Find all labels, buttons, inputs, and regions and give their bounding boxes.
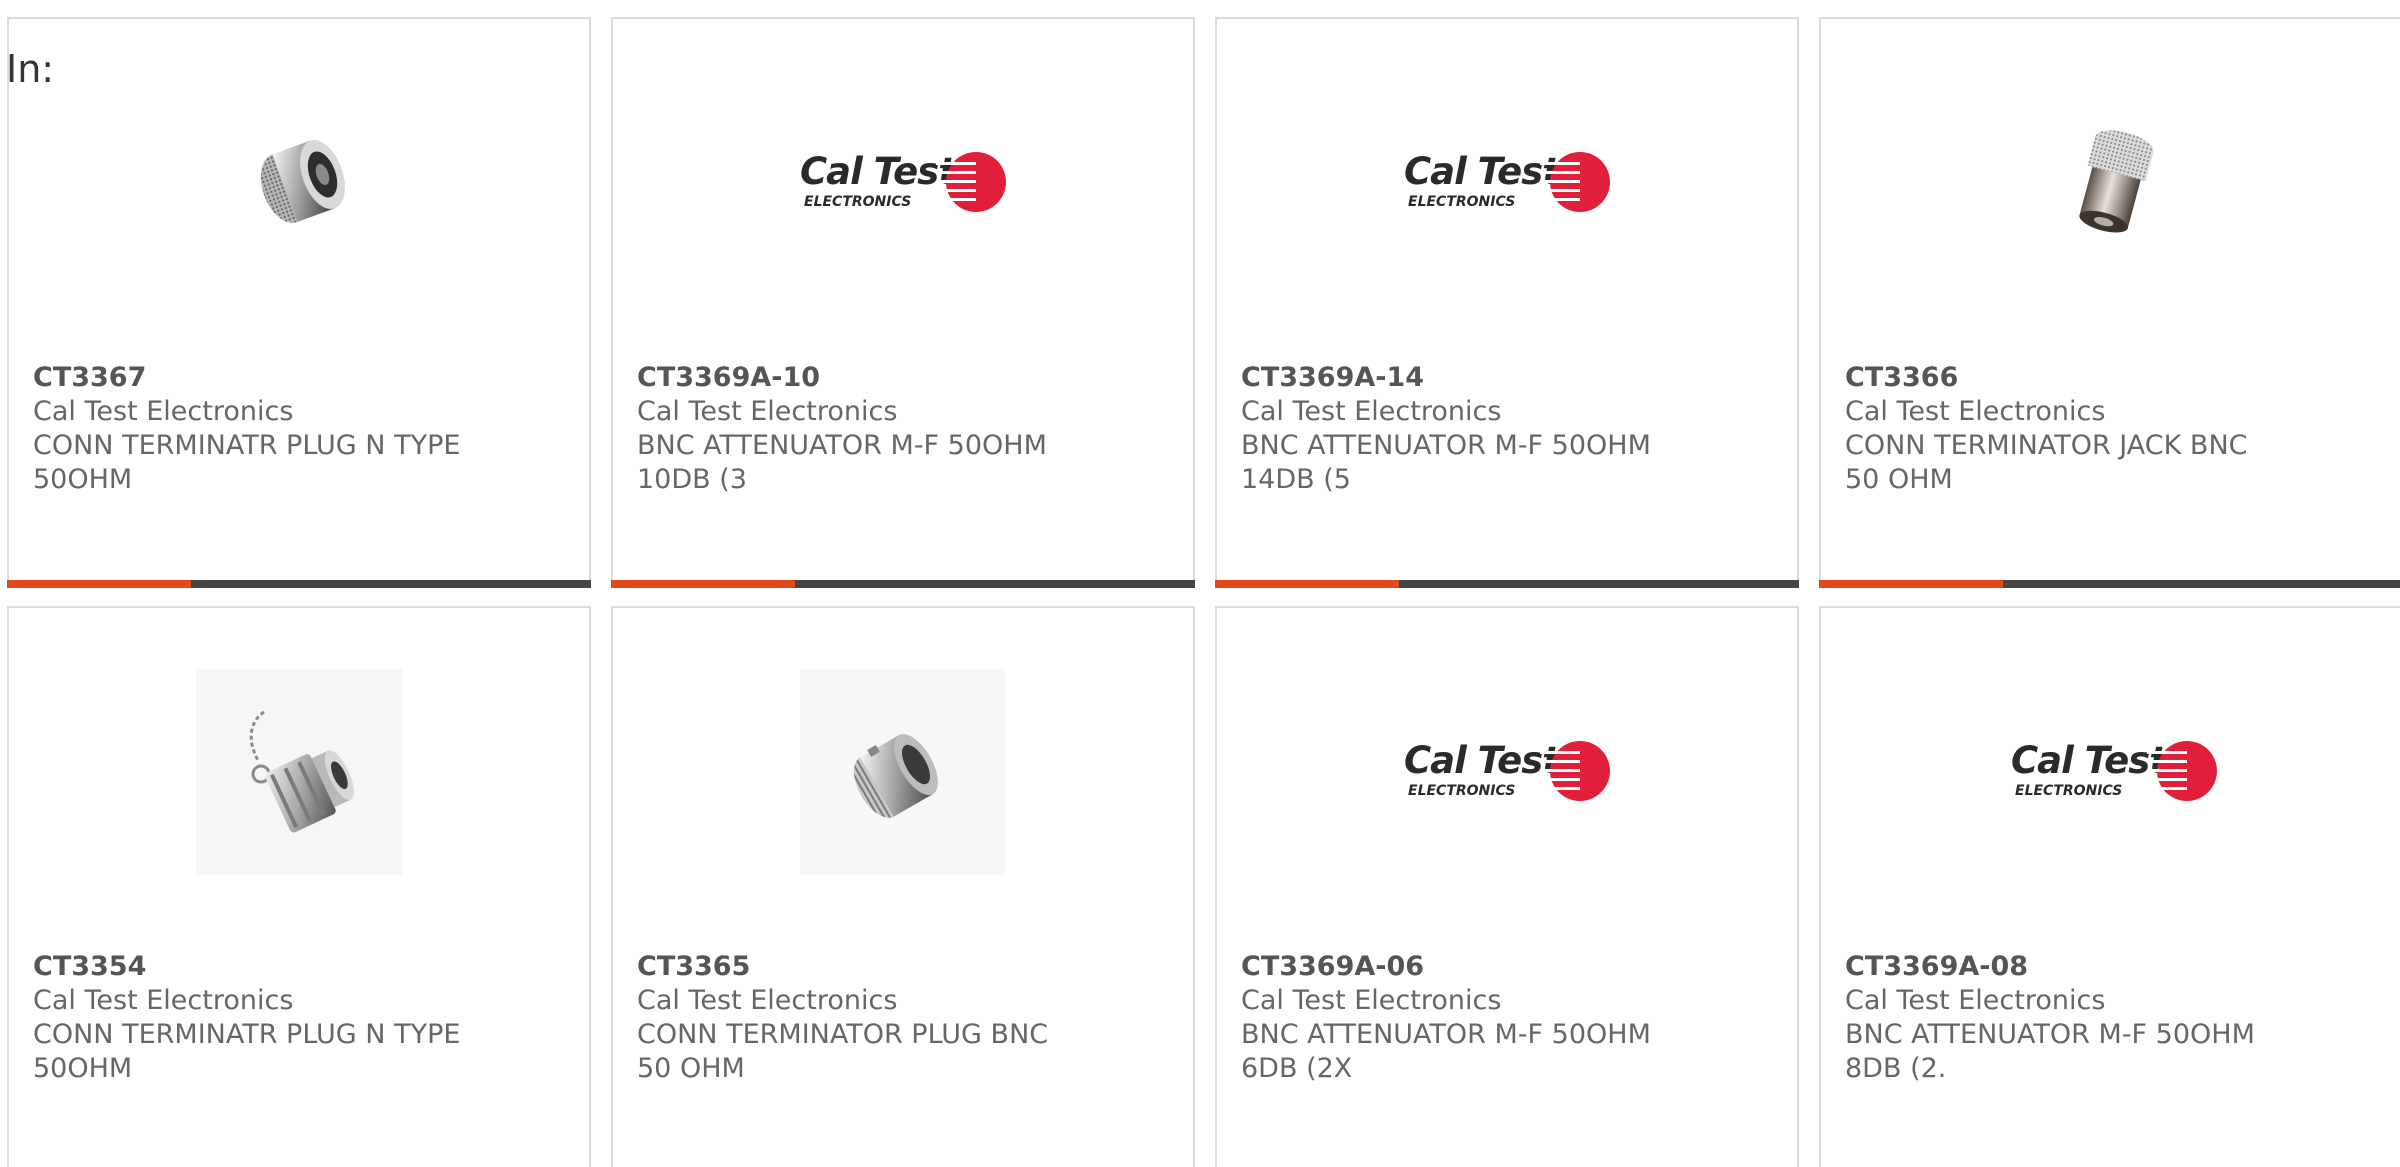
part-number-link[interactable]: CT3367 — [33, 361, 565, 395]
manufacturer-name: Cal Test Electronics — [1241, 985, 1502, 1016]
product-card[interactable]: CT3367 Cal Test Electronics CONN TERMINA… — [7, 17, 591, 588]
part-number-link[interactable]: CT3369A-14 — [1241, 361, 1773, 395]
part-number-link[interactable]: CT3366 — [1845, 361, 2383, 395]
part-number-link[interactable]: CT3354 — [33, 950, 565, 984]
product-thumbnail[interactable] — [800, 669, 1006, 875]
product-description: BNC ATTENUATOR M-F 50OHM 8DB (2. — [1845, 1019, 2255, 1084]
product-thumbnail[interactable] — [196, 669, 402, 875]
card-accent-bar — [7, 580, 191, 588]
manufacturer-name: Cal Test Electronics — [637, 396, 898, 427]
n-type-connector-icon — [260, 139, 345, 223]
logo-subtitle: ELECTRONICS — [804, 194, 912, 210]
product-thumbnail[interactable] — [2011, 80, 2217, 286]
product-description: BNC ATTENUATOR M-F 50OHM 10DB (3 — [637, 430, 1047, 495]
product-card[interactable]: CT3366 Cal Test Electronics CONN TERMINA… — [1819, 17, 2400, 588]
cal-test-logo: Cal Test ELECTRONICS — [1404, 737, 1610, 807]
product-card[interactable]: Cal Test ELECTRONICS CT3369A-10 Cal Test… — [611, 17, 1195, 588]
card-accent-bar — [1215, 580, 1399, 588]
logo-red-globe-icon — [936, 152, 1006, 212]
product-grid-page: In: CT3367 Cal Test Electronics CONN TER… — [0, 0, 2400, 1167]
logo-red-globe-icon — [1540, 152, 1610, 212]
product-card[interactable]: CT3354 Cal Test Electronics CONN TERMINA… — [7, 606, 591, 1167]
product-thumbnail[interactable] — [196, 80, 402, 286]
product-description: CONN TERMINATOR JACK BNC 50 OHM — [1845, 430, 2248, 495]
manufacturer-name: Cal Test Electronics — [1845, 985, 2106, 1016]
product-card[interactable]: Cal Test ELECTRONICS CT3369A-08 Cal Test… — [1819, 606, 2400, 1167]
cal-test-logo: Cal Test ELECTRONICS — [1404, 148, 1610, 218]
logo-subtitle: ELECTRONICS — [1408, 194, 1516, 210]
product-card[interactable]: CT3365 Cal Test Electronics CONN TERMINA… — [611, 606, 1195, 1167]
manufacturer-name: Cal Test Electronics — [637, 985, 898, 1016]
manufacturer-name: Cal Test Electronics — [1845, 396, 2106, 427]
logo-wordmark: Cal Test — [1404, 150, 1560, 193]
logo-red-globe-icon — [2147, 741, 2217, 801]
product-thumbnail[interactable]: Cal Test ELECTRONICS — [2011, 669, 2217, 875]
card-bottom-bar — [1819, 580, 2400, 588]
bnc-jack-connector-icon — [2079, 130, 2154, 233]
product-description: CONN TERMINATR PLUG N TYPE 50OHM — [33, 430, 461, 495]
cal-test-logo: Cal Test ELECTRONICS — [2011, 737, 2217, 807]
filter-in-label: In: — [6, 47, 55, 91]
product-description: CONN TERMINATR PLUG N TYPE 50OHM — [33, 1019, 461, 1084]
product-info: CT3367 Cal Test Electronics CONN TERMINA… — [33, 361, 565, 497]
cal-test-logo: Cal Test ELECTRONICS — [800, 148, 1006, 218]
product-card[interactable]: Cal Test ELECTRONICS CT3369A-14 Cal Test… — [1215, 17, 1799, 588]
product-info: CT3369A-06 Cal Test Electronics BNC ATTE… — [1241, 950, 1773, 1086]
product-info: CT3369A-14 Cal Test Electronics BNC ATTE… — [1241, 361, 1773, 497]
card-accent-bar — [611, 580, 795, 588]
product-info: CT3365 Cal Test Electronics CONN TERMINA… — [637, 950, 1169, 1086]
product-description: CONN TERMINATOR PLUG BNC 50 OHM — [637, 1019, 1049, 1084]
logo-subtitle: ELECTRONICS — [2015, 783, 2123, 799]
product-thumbnail[interactable]: Cal Test ELECTRONICS — [1404, 80, 1610, 286]
bnc-plug-connector-icon — [853, 733, 938, 818]
n-type-plug-chain-icon — [249, 710, 354, 833]
product-info: CT3366 Cal Test Electronics CONN TERMINA… — [1845, 361, 2383, 497]
product-card[interactable]: Cal Test ELECTRONICS CT3369A-06 Cal Test… — [1215, 606, 1799, 1167]
logo-subtitle: ELECTRONICS — [1408, 783, 1516, 799]
product-description: BNC ATTENUATOR M-F 50OHM 14DB (5 — [1241, 430, 1651, 495]
card-bottom-bar — [1215, 580, 1799, 588]
product-description: BNC ATTENUATOR M-F 50OHM 6DB (2X — [1241, 1019, 1651, 1084]
logo-red-globe-icon — [1540, 741, 1610, 801]
part-number-link[interactable]: CT3365 — [637, 950, 1169, 984]
product-info: CT3369A-08 Cal Test Electronics BNC ATTE… — [1845, 950, 2383, 1086]
product-thumbnail[interactable]: Cal Test ELECTRONICS — [1404, 669, 1610, 875]
product-info: CT3354 Cal Test Electronics CONN TERMINA… — [33, 950, 565, 1086]
manufacturer-name: Cal Test Electronics — [1241, 396, 1502, 427]
manufacturer-name: Cal Test Electronics — [33, 396, 294, 427]
part-number-link[interactable]: CT3369A-06 — [1241, 950, 1773, 984]
card-accent-bar — [1819, 580, 2003, 588]
product-thumbnail[interactable]: Cal Test ELECTRONICS — [800, 80, 1006, 286]
part-number-link[interactable]: CT3369A-10 — [637, 361, 1169, 395]
product-info: CT3369A-10 Cal Test Electronics BNC ATTE… — [637, 361, 1169, 497]
logo-wordmark: Cal Test — [1404, 739, 1560, 782]
part-number-link[interactable]: CT3369A-08 — [1845, 950, 2383, 984]
logo-wordmark: Cal Test — [2011, 739, 2167, 782]
card-bottom-bar — [611, 580, 1195, 588]
card-bottom-bar — [7, 580, 591, 588]
manufacturer-name: Cal Test Electronics — [33, 985, 294, 1016]
logo-wordmark: Cal Test — [800, 150, 956, 193]
